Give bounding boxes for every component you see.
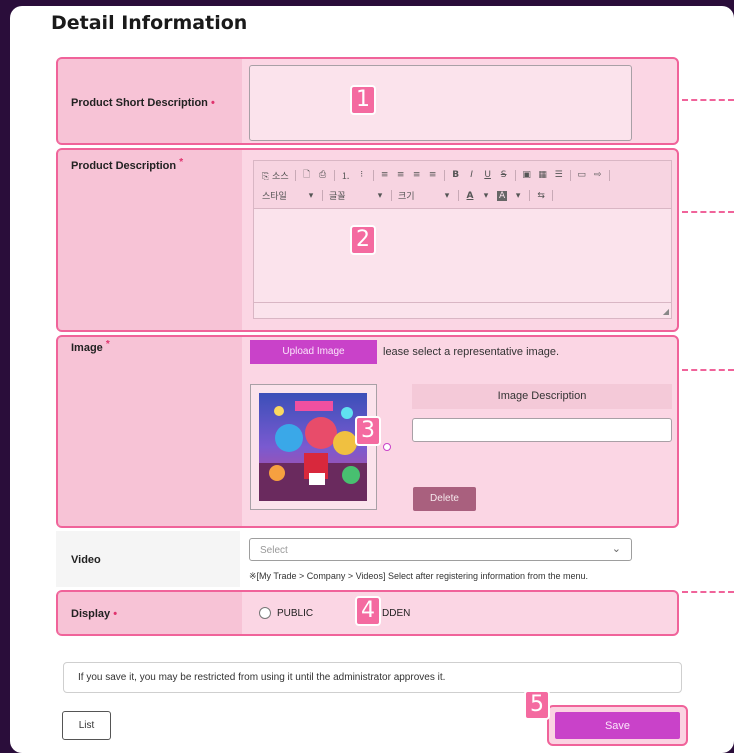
chevron-down-icon: ▾	[308, 190, 314, 201]
size-dropdown[interactable]: 크기	[398, 189, 436, 202]
strikethrough-button[interactable]: S	[499, 170, 509, 180]
required-mark: *	[179, 157, 184, 168]
game-artwork-image	[259, 393, 367, 501]
public-radio-label[interactable]: PUBLIC	[277, 608, 313, 619]
link-icon[interactable]: ▭	[577, 170, 587, 180]
print-icon[interactable]: ⎙	[318, 170, 328, 180]
short-description-input[interactable]	[249, 65, 632, 141]
video-hint: ※[My Trade > Company > Videos] Select af…	[249, 571, 589, 581]
image-select-radio[interactable]	[383, 443, 391, 451]
align-center-icon[interactable]: ≡	[396, 170, 406, 180]
resize-handle-icon[interactable]: ◢	[663, 307, 669, 316]
chevron-down-icon: ▾	[377, 190, 383, 201]
italic-button[interactable]: I	[467, 170, 477, 180]
image-description-input[interactable]	[412, 418, 672, 442]
image-hint: lease select a representative image.	[383, 346, 560, 358]
save-button[interactable]: Save	[555, 712, 680, 739]
numbered-list-icon[interactable]: ⒈	[341, 169, 351, 182]
horizontal-rule-icon[interactable]: ☰	[554, 170, 564, 180]
list-button[interactable]: List	[62, 711, 111, 740]
font-dropdown[interactable]: 글꼴	[329, 189, 369, 202]
chevron-down-icon: ▾	[483, 190, 489, 201]
step-badge-4: 4	[355, 596, 381, 626]
direction-icon[interactable]: ⇆	[536, 191, 546, 201]
display-label: Display •	[71, 608, 118, 620]
image-description-header: Image Description	[412, 384, 672, 409]
unlink-icon[interactable]: ⇨	[593, 170, 603, 180]
required-mark: •	[210, 97, 215, 109]
text-color-button[interactable]: A	[465, 191, 475, 201]
underline-button[interactable]: U	[483, 170, 493, 180]
page-title: Detail Information	[51, 12, 248, 34]
editor-toolbar-row-2: 스타일 ▾ 글꼴 ▾ 크기 ▾ A ▾ A ▾ ⇆	[262, 189, 554, 202]
align-left-icon[interactable]: ≡	[380, 170, 390, 180]
required-mark: •	[113, 608, 118, 620]
short-description-label: Product Short Description •	[71, 97, 215, 109]
public-radio[interactable]	[259, 607, 271, 619]
connector-line-2	[682, 211, 734, 213]
bulleted-list-icon[interactable]: ⁝	[357, 170, 367, 180]
table-icon[interactable]: ▦	[538, 170, 548, 180]
video-label: Video	[71, 554, 101, 566]
align-justify-icon[interactable]: ≡	[428, 170, 438, 180]
image-thumbnail	[259, 393, 367, 501]
background-color-button[interactable]: A	[497, 190, 508, 201]
description-label: Product Description *	[71, 157, 184, 172]
save-button-highlight: Save	[547, 705, 688, 746]
editor-toolbar-row-1: ⎘ 소스 🗋 ⎙ ⒈ ⁝ ≡ ≡ ≡ ≡ B I U S ▣ ▦ ☰ ▭ ⇨	[262, 167, 610, 183]
chevron-down-icon: ▾	[515, 190, 521, 201]
bold-button[interactable]: B	[451, 170, 461, 180]
editor-toolbar: ⎘ 소스 🗋 ⎙ ⒈ ⁝ ≡ ≡ ≡ ≡ B I U S ▣ ▦ ☰ ▭ ⇨ 스…	[254, 161, 671, 209]
connector-line-1	[682, 99, 734, 101]
step-badge-5: 5	[524, 690, 550, 720]
step-badge-2: 2	[350, 225, 376, 255]
source-button[interactable]: ⎘ 소스	[262, 169, 289, 182]
image-icon[interactable]: ▣	[522, 170, 532, 180]
image-preview-frame	[250, 384, 377, 510]
video-select[interactable]: Select ⌄	[249, 538, 632, 561]
required-mark: *	[105, 339, 110, 350]
rich-text-editor[interactable]: ⎘ 소스 🗋 ⎙ ⒈ ⁝ ≡ ≡ ≡ ≡ B I U S ▣ ▦ ☰ ▭ ⇨ 스…	[253, 160, 672, 319]
step-badge-3: 3	[355, 416, 381, 446]
step-badge-1: 1	[350, 85, 376, 115]
approval-notice: If you save it, you may be restricted fr…	[63, 662, 682, 693]
editor-status-bar: ◢	[254, 302, 671, 318]
upload-image-button[interactable]: Upload Image	[250, 340, 377, 364]
style-dropdown[interactable]: 스타일	[262, 189, 300, 202]
connector-line-3	[682, 369, 734, 371]
align-right-icon[interactable]: ≡	[412, 170, 422, 180]
chevron-down-icon: ▾	[444, 190, 450, 201]
chevron-down-icon: ⌄	[611, 543, 621, 555]
image-label: Image *	[71, 339, 110, 354]
video-select-value: Select	[260, 545, 288, 556]
hidden-radio-label[interactable]: DDEN	[382, 608, 410, 619]
connector-line-4	[682, 591, 734, 593]
delete-image-button[interactable]: Delete	[413, 487, 476, 511]
new-page-icon[interactable]: 🗋	[302, 167, 312, 183]
